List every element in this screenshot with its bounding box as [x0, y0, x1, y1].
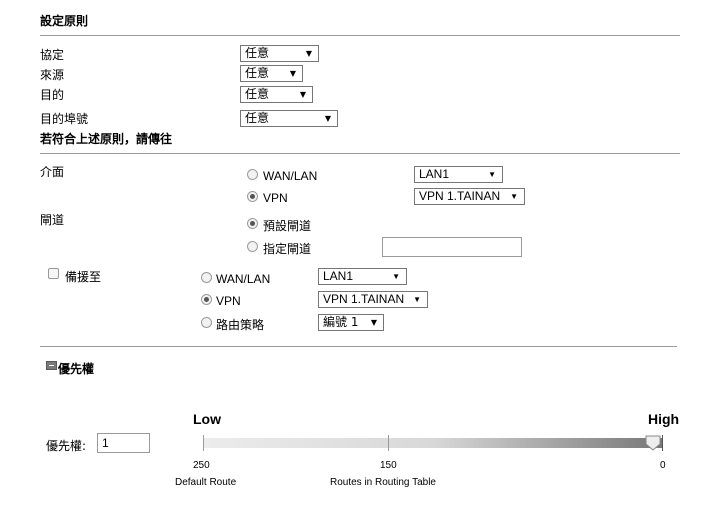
gateway-label: 閘道: [40, 213, 65, 227]
failover-wanlan-select-value: LAN1: [323, 269, 354, 283]
interface-vpn-select[interactable]: VPN 1.TAINAN ▼: [414, 188, 525, 205]
section-divider: [40, 153, 680, 154]
section-divider: [40, 35, 680, 36]
source-select-value: 任意: [245, 66, 270, 80]
dest-port-select[interactable]: 任意 ▼: [240, 110, 338, 127]
dest-port-label: 目的埠號: [40, 112, 89, 126]
interface-label: 介面: [40, 165, 65, 179]
interface-vpn-label: VPN: [263, 191, 288, 205]
triangle-down-icon: ▼: [305, 49, 312, 58]
match-section-title: 若符合上述原則，請傳往: [40, 132, 173, 146]
slider-tick: [388, 435, 389, 451]
failover-vpn-select[interactable]: VPN 1.TAINAN ▼: [318, 291, 428, 308]
triangle-down-icon: ▼: [324, 114, 331, 123]
interface-wanlan-radio[interactable]: [247, 169, 258, 180]
failover-policy-label: 路由策略: [216, 318, 265, 332]
triangle-down-icon: ▼: [488, 170, 496, 179]
triangle-down-icon: ▼: [289, 69, 296, 78]
slider-low-label: Low: [193, 411, 221, 427]
failover-vpn-radio[interactable]: [201, 294, 212, 305]
failover-vpn-select-value: VPN 1.TAINAN: [323, 292, 405, 306]
routing-table-caption: Routes in Routing Table: [330, 477, 436, 488]
gateway-specify-radio[interactable]: [247, 241, 258, 252]
tick-label-250: 250: [193, 460, 210, 471]
interface-wanlan-select[interactable]: LAN1 ▼: [414, 166, 503, 183]
rule-section-title: 設定原則: [40, 14, 89, 28]
gateway-address-input[interactable]: [382, 237, 522, 257]
triangle-down-icon: ▼: [392, 272, 400, 281]
failover-policy-select[interactable]: 編號 1 ▼: [318, 314, 384, 331]
gateway-specify-label: 指定閘道: [263, 242, 312, 256]
interface-vpn-select-value: VPN 1.TAINAN: [419, 189, 501, 203]
priority-input[interactable]: 1: [97, 433, 150, 453]
protocol-select[interactable]: 任意 ▼: [240, 45, 319, 62]
triangle-down-icon: ▼: [510, 192, 518, 201]
protocol-label: 協定: [40, 48, 65, 62]
destination-select-value: 任意: [245, 87, 270, 101]
tick-label-0: 0: [660, 460, 666, 471]
destination-select[interactable]: 任意 ▼: [240, 86, 313, 103]
failover-label: 備援至: [65, 270, 102, 284]
gateway-default-label: 預設閘道: [263, 219, 312, 233]
slider-high-label: High: [648, 411, 680, 427]
source-select[interactable]: 任意 ▼: [240, 65, 303, 82]
failover-wanlan-select[interactable]: LAN1 ▼: [318, 268, 407, 285]
priority-section-title: 優先權: [58, 362, 95, 376]
default-route-caption: Default Route: [175, 477, 237, 488]
failover-policy-select-value: 編號 1: [323, 315, 359, 329]
interface-wanlan-label: WAN/LAN: [263, 169, 318, 183]
slider-tick: [203, 435, 204, 451]
priority-slider-track[interactable]: [203, 438, 663, 448]
triangle-down-icon: ▼: [299, 90, 306, 99]
protocol-select-value: 任意: [245, 46, 270, 60]
minus-box-icon[interactable]: [46, 361, 57, 370]
gateway-default-radio[interactable]: [247, 218, 258, 229]
interface-vpn-radio[interactable]: [247, 191, 258, 202]
failover-wanlan-radio[interactable]: [201, 272, 212, 283]
tick-label-150: 150: [380, 460, 397, 471]
failover-vpn-label: VPN: [216, 294, 241, 308]
triangle-down-icon: ▼: [413, 295, 421, 304]
failover-wanlan-label: WAN/LAN: [216, 272, 271, 286]
section-divider: [40, 346, 677, 347]
destination-label: 目的: [40, 88, 65, 102]
interface-wanlan-select-value: LAN1: [419, 167, 450, 181]
triangle-down-icon: ▼: [370, 318, 377, 327]
priority-label: 優先權:: [46, 439, 87, 453]
source-label: 來源: [40, 68, 65, 82]
priority-slider-handle[interactable]: [645, 435, 663, 451]
failover-checkbox[interactable]: [48, 268, 59, 279]
failover-policy-radio[interactable]: [201, 317, 212, 328]
dest-port-select-value: 任意: [245, 111, 270, 125]
